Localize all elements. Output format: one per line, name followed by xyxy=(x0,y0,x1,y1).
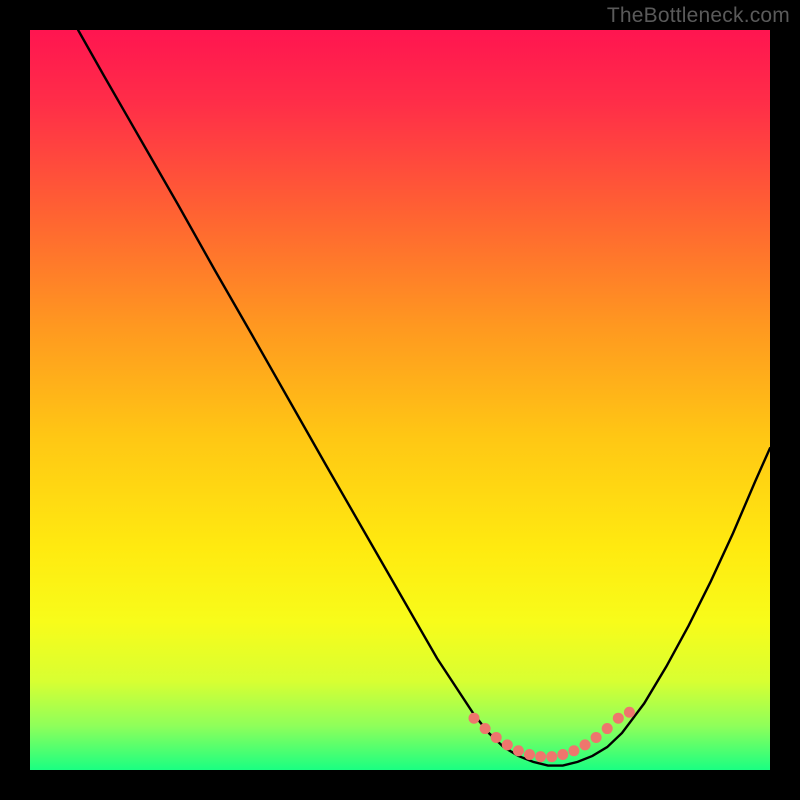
highlight-dot xyxy=(469,713,480,724)
watermark-text: TheBottleneck.com xyxy=(607,4,790,28)
highlight-dot xyxy=(624,707,635,718)
chart-stage: TheBottleneck.com xyxy=(0,0,800,800)
highlight-dot xyxy=(580,739,591,750)
highlight-dot xyxy=(613,713,624,724)
highlight-dot xyxy=(602,723,613,734)
highlight-dot xyxy=(535,751,546,762)
highlight-dot xyxy=(591,732,602,743)
highlight-dot xyxy=(524,749,535,760)
highlight-dot xyxy=(557,749,568,760)
highlight-dot xyxy=(546,751,557,762)
bottleneck-chart xyxy=(0,0,800,800)
highlight-dot xyxy=(502,739,513,750)
highlight-dot xyxy=(568,745,579,756)
highlight-dot xyxy=(513,745,524,756)
highlight-dot xyxy=(480,723,491,734)
highlight-dot xyxy=(491,732,502,743)
